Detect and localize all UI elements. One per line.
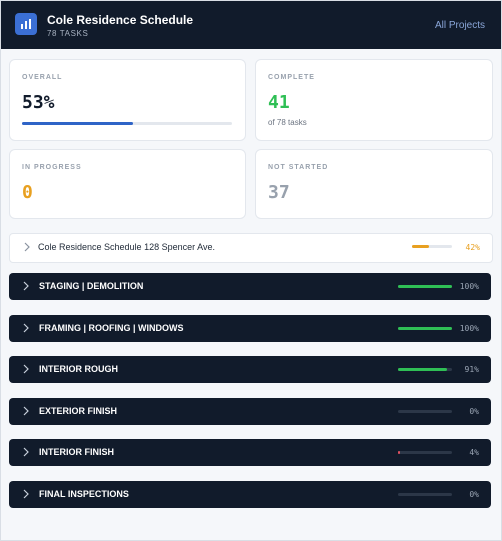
overall-value: 53% (22, 92, 55, 113)
phase-row[interactable]: STAGING | DEMOLITION 100% (9, 273, 491, 300)
phase-name: FINAL INSPECTIONS (39, 489, 129, 499)
overall-label: OVERALL (22, 74, 63, 81)
project-row[interactable]: Cole Residence Schedule 128 Spencer Ave.… (9, 233, 493, 263)
phase-row[interactable]: FRAMING | ROOFING | WINDOWS 100% (9, 315, 491, 342)
chevron-right-icon (23, 447, 29, 457)
chevron-right-icon (23, 489, 29, 499)
phase-name: INTERIOR ROUGH (39, 364, 119, 374)
not-started-label: NOT STARTED (268, 164, 329, 171)
bar-chart-icon (15, 13, 37, 35)
phase-row[interactable]: EXTERIOR FINISH 0% (9, 398, 491, 425)
task-count: 78 TASKS (47, 29, 89, 38)
project-progress-track (412, 245, 452, 248)
chevron-right-icon (23, 323, 29, 333)
in-progress-label: IN PROGRESS (22, 164, 82, 171)
overall-card: OVERALL 53% (9, 59, 246, 141)
chevron-right-icon (24, 242, 30, 252)
phase-name: EXTERIOR FINISH (39, 406, 118, 416)
phase-row[interactable]: FINAL INSPECTIONS 0% (9, 481, 491, 508)
phase-percent: 4% (469, 448, 479, 457)
phase-row[interactable]: INTERIOR FINISH 4% (9, 439, 491, 466)
phase-percent: 100% (459, 324, 479, 333)
phase-name: FRAMING | ROOFING | WINDOWS (39, 323, 184, 333)
not-started-card: NOT STARTED 37 (255, 149, 493, 219)
phase-progress-track (398, 285, 452, 288)
complete-label: COMPLETE (268, 74, 315, 81)
project-name: Cole Residence Schedule 128 Spencer Ave. (38, 242, 215, 252)
phase-progress-track (398, 451, 452, 454)
phase-percent: 0% (469, 407, 479, 416)
overall-progress-track (22, 122, 232, 125)
in-progress-card: IN PROGRESS 0 (9, 149, 246, 219)
page-title: Cole Residence Schedule (47, 13, 194, 27)
overall-progress-fill (22, 122, 134, 125)
header-bar: Cole Residence Schedule 78 TASKS All Pro… (1, 1, 501, 49)
not-started-value: 37 (268, 182, 290, 203)
phase-percent: 0% (469, 490, 479, 499)
phase-progress-track (398, 368, 452, 371)
phase-name: INTERIOR FINISH (39, 447, 115, 457)
app-frame: Cole Residence Schedule 78 TASKS All Pro… (0, 0, 502, 541)
project-percent: 42% (465, 243, 480, 252)
chevron-right-icon (23, 364, 29, 374)
phase-percent: 91% (464, 365, 479, 374)
phase-progress-track (398, 493, 452, 496)
phase-progress-fill (398, 285, 452, 288)
phase-row[interactable]: INTERIOR ROUGH 91% (9, 356, 491, 383)
complete-note: of 78 tasks (268, 118, 307, 127)
phase-name: STAGING | DEMOLITION (39, 281, 144, 291)
all-projects-link[interactable]: All Projects (435, 20, 485, 31)
phase-progress-fill (398, 368, 448, 371)
phase-progress-track (398, 410, 452, 413)
chevron-right-icon (23, 281, 29, 291)
in-progress-value: 0 (22, 182, 33, 203)
complete-value: 41 (268, 92, 290, 113)
chevron-right-icon (23, 406, 29, 416)
phase-progress-fill (398, 327, 452, 330)
phase-progress-track (398, 327, 452, 330)
complete-card: COMPLETE 41 of 78 tasks (255, 59, 493, 141)
phase-progress-fill (398, 451, 401, 454)
project-progress-fill (412, 245, 429, 248)
phase-percent: 100% (459, 282, 479, 291)
